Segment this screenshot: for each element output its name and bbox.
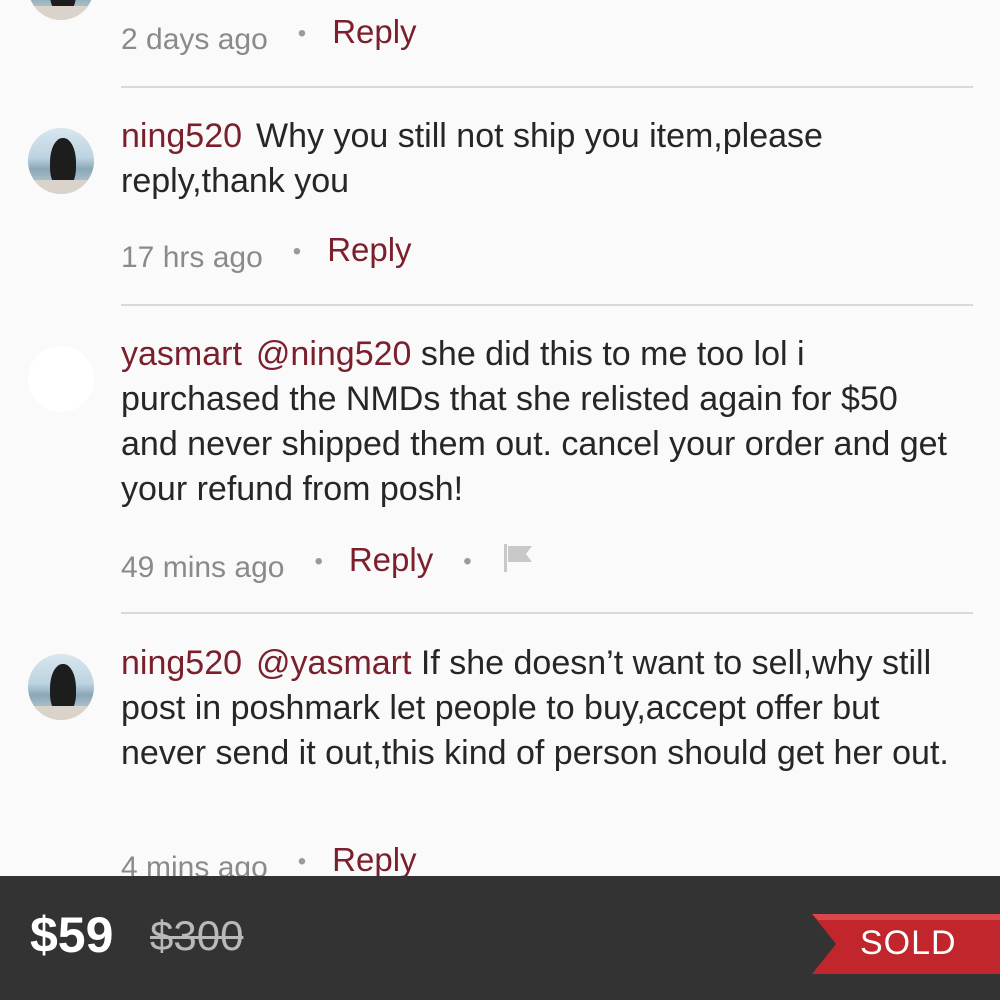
separator-dot: • bbox=[463, 548, 472, 575]
separator-dot: • bbox=[314, 548, 323, 575]
user-avatar[interactable] bbox=[28, 0, 94, 20]
comment-message: she did this to me too lol i purchased t… bbox=[121, 335, 947, 508]
listing-price-bar: $59 $300 SOLD bbox=[0, 876, 1000, 1000]
sold-label: SOLD bbox=[860, 924, 957, 962]
comment-username[interactable]: ning520 bbox=[121, 644, 242, 682]
separator-dot: • bbox=[297, 848, 307, 875]
comment-timestamp: 2 days ago bbox=[121, 23, 268, 56]
comment-text: ning520 @yasmart If she doesn’t want to s… bbox=[121, 641, 951, 776]
sold-badge: SOLD bbox=[812, 914, 1000, 974]
user-avatar[interactable] bbox=[28, 128, 94, 194]
comment-divider bbox=[121, 612, 973, 614]
reply-button[interactable]: Reply bbox=[332, 841, 416, 876]
separator-dot: • bbox=[292, 238, 302, 265]
comments-feed[interactable]: 2 days ago • Reply ning520 Why you still … bbox=[0, 0, 1000, 876]
comment-mention[interactable]: @ning520 bbox=[256, 335, 412, 373]
reply-button[interactable]: Reply bbox=[349, 541, 433, 579]
comment-timestamp: 49 mins ago bbox=[121, 551, 285, 584]
user-avatar[interactable] bbox=[28, 346, 94, 412]
comment-mention[interactable]: @yasmart bbox=[256, 644, 411, 682]
comment-divider bbox=[121, 304, 973, 306]
separator-dot: • bbox=[297, 20, 307, 47]
comment-username[interactable]: ning520 bbox=[121, 117, 242, 155]
reply-button[interactable]: Reply bbox=[327, 231, 411, 269]
flag-icon[interactable] bbox=[502, 542, 536, 582]
comment-message: If she doesn’t want to sell,why still po… bbox=[121, 644, 949, 772]
user-avatar[interactable] bbox=[28, 654, 94, 720]
reply-button[interactable]: Reply bbox=[332, 13, 416, 51]
comment-text: ning520 Why you still not ship you item,p… bbox=[121, 114, 951, 204]
comment-username[interactable]: yasmart bbox=[121, 335, 242, 373]
listing-price: $59 bbox=[30, 907, 114, 963]
comment-divider bbox=[121, 86, 973, 88]
original-price: $300 bbox=[150, 912, 244, 959]
comment-timestamp: 17 hrs ago bbox=[121, 241, 263, 274]
comment-text: yasmart @ning520 she did this to me too l… bbox=[121, 332, 951, 512]
comment-timestamp: 4 mins ago bbox=[121, 851, 268, 876]
